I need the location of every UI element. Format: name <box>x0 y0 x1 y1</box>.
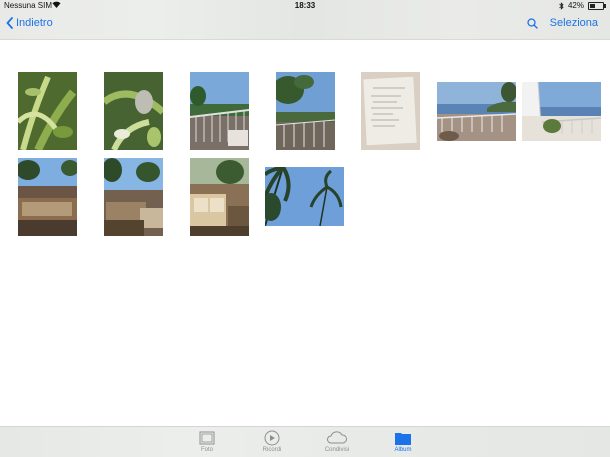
back-button[interactable]: Indietro <box>6 17 53 29</box>
tab-photos[interactable]: Foto <box>182 429 232 453</box>
carrier-label: Nessuna SIM <box>4 1 53 10</box>
photo-patio-table-1[interactable] <box>18 158 77 236</box>
battery-icon <box>588 1 606 10</box>
tab-label: Foto <box>200 447 213 453</box>
photo-balcony-sea-1[interactable] <box>190 72 249 150</box>
tab-label: Ricordi <box>262 447 282 453</box>
cloud-icon <box>327 431 347 444</box>
tab-label: Condivisi <box>324 447 350 453</box>
select-button[interactable]: Seleziona <box>550 17 598 29</box>
folder-icon <box>395 433 411 445</box>
status-right: 42% <box>559 1 606 10</box>
photo-plant-leaves-1[interactable] <box>18 72 77 150</box>
tab-memories[interactable]: Ricordi <box>247 429 297 453</box>
back-label: Indietro <box>16 17 53 29</box>
photo-balcony-sea-2[interactable] <box>276 72 335 150</box>
chevron-left-icon <box>6 17 13 29</box>
battery-percent: 42% <box>567 1 584 10</box>
clock-label: 18:33 <box>294 1 316 10</box>
photo-terrace-panorama-1[interactable] <box>437 82 516 141</box>
tab-album[interactable]: Album <box>378 429 428 453</box>
battery-level-fill <box>590 3 595 8</box>
photo-patio-sofa[interactable] <box>190 158 249 236</box>
status-bar: Nessuna SIM 18:33 42% <box>0 0 610 12</box>
photo-terrace-panorama-2[interactable] <box>522 82 601 141</box>
photo-document-paper[interactable] <box>361 72 420 150</box>
navigation-bar: Nessuna SIM 18:33 42% Indietro Seleziona <box>0 0 610 40</box>
search-button[interactable] <box>527 17 538 29</box>
nav-actions: Seleziona <box>527 17 598 29</box>
tab-shared[interactable]: Condivisi <box>312 429 362 453</box>
wifi-icon <box>52 1 61 10</box>
photo-plant-leaves-2[interactable] <box>104 72 163 150</box>
tab-label: Album <box>394 447 412 453</box>
search-icon <box>527 17 538 29</box>
bluetooth-icon <box>559 1 564 10</box>
tab-bar: Foto Ricordi Condivisi Album <box>0 426 610 457</box>
photo-palm-trees-sky[interactable] <box>265 167 344 226</box>
photos-icon <box>199 431 215 445</box>
memories-icon <box>264 430 280 446</box>
album-screen: Nessuna SIM 18:33 42% Indietro Seleziona <box>0 0 610 457</box>
photo-patio-table-2[interactable] <box>104 158 163 236</box>
